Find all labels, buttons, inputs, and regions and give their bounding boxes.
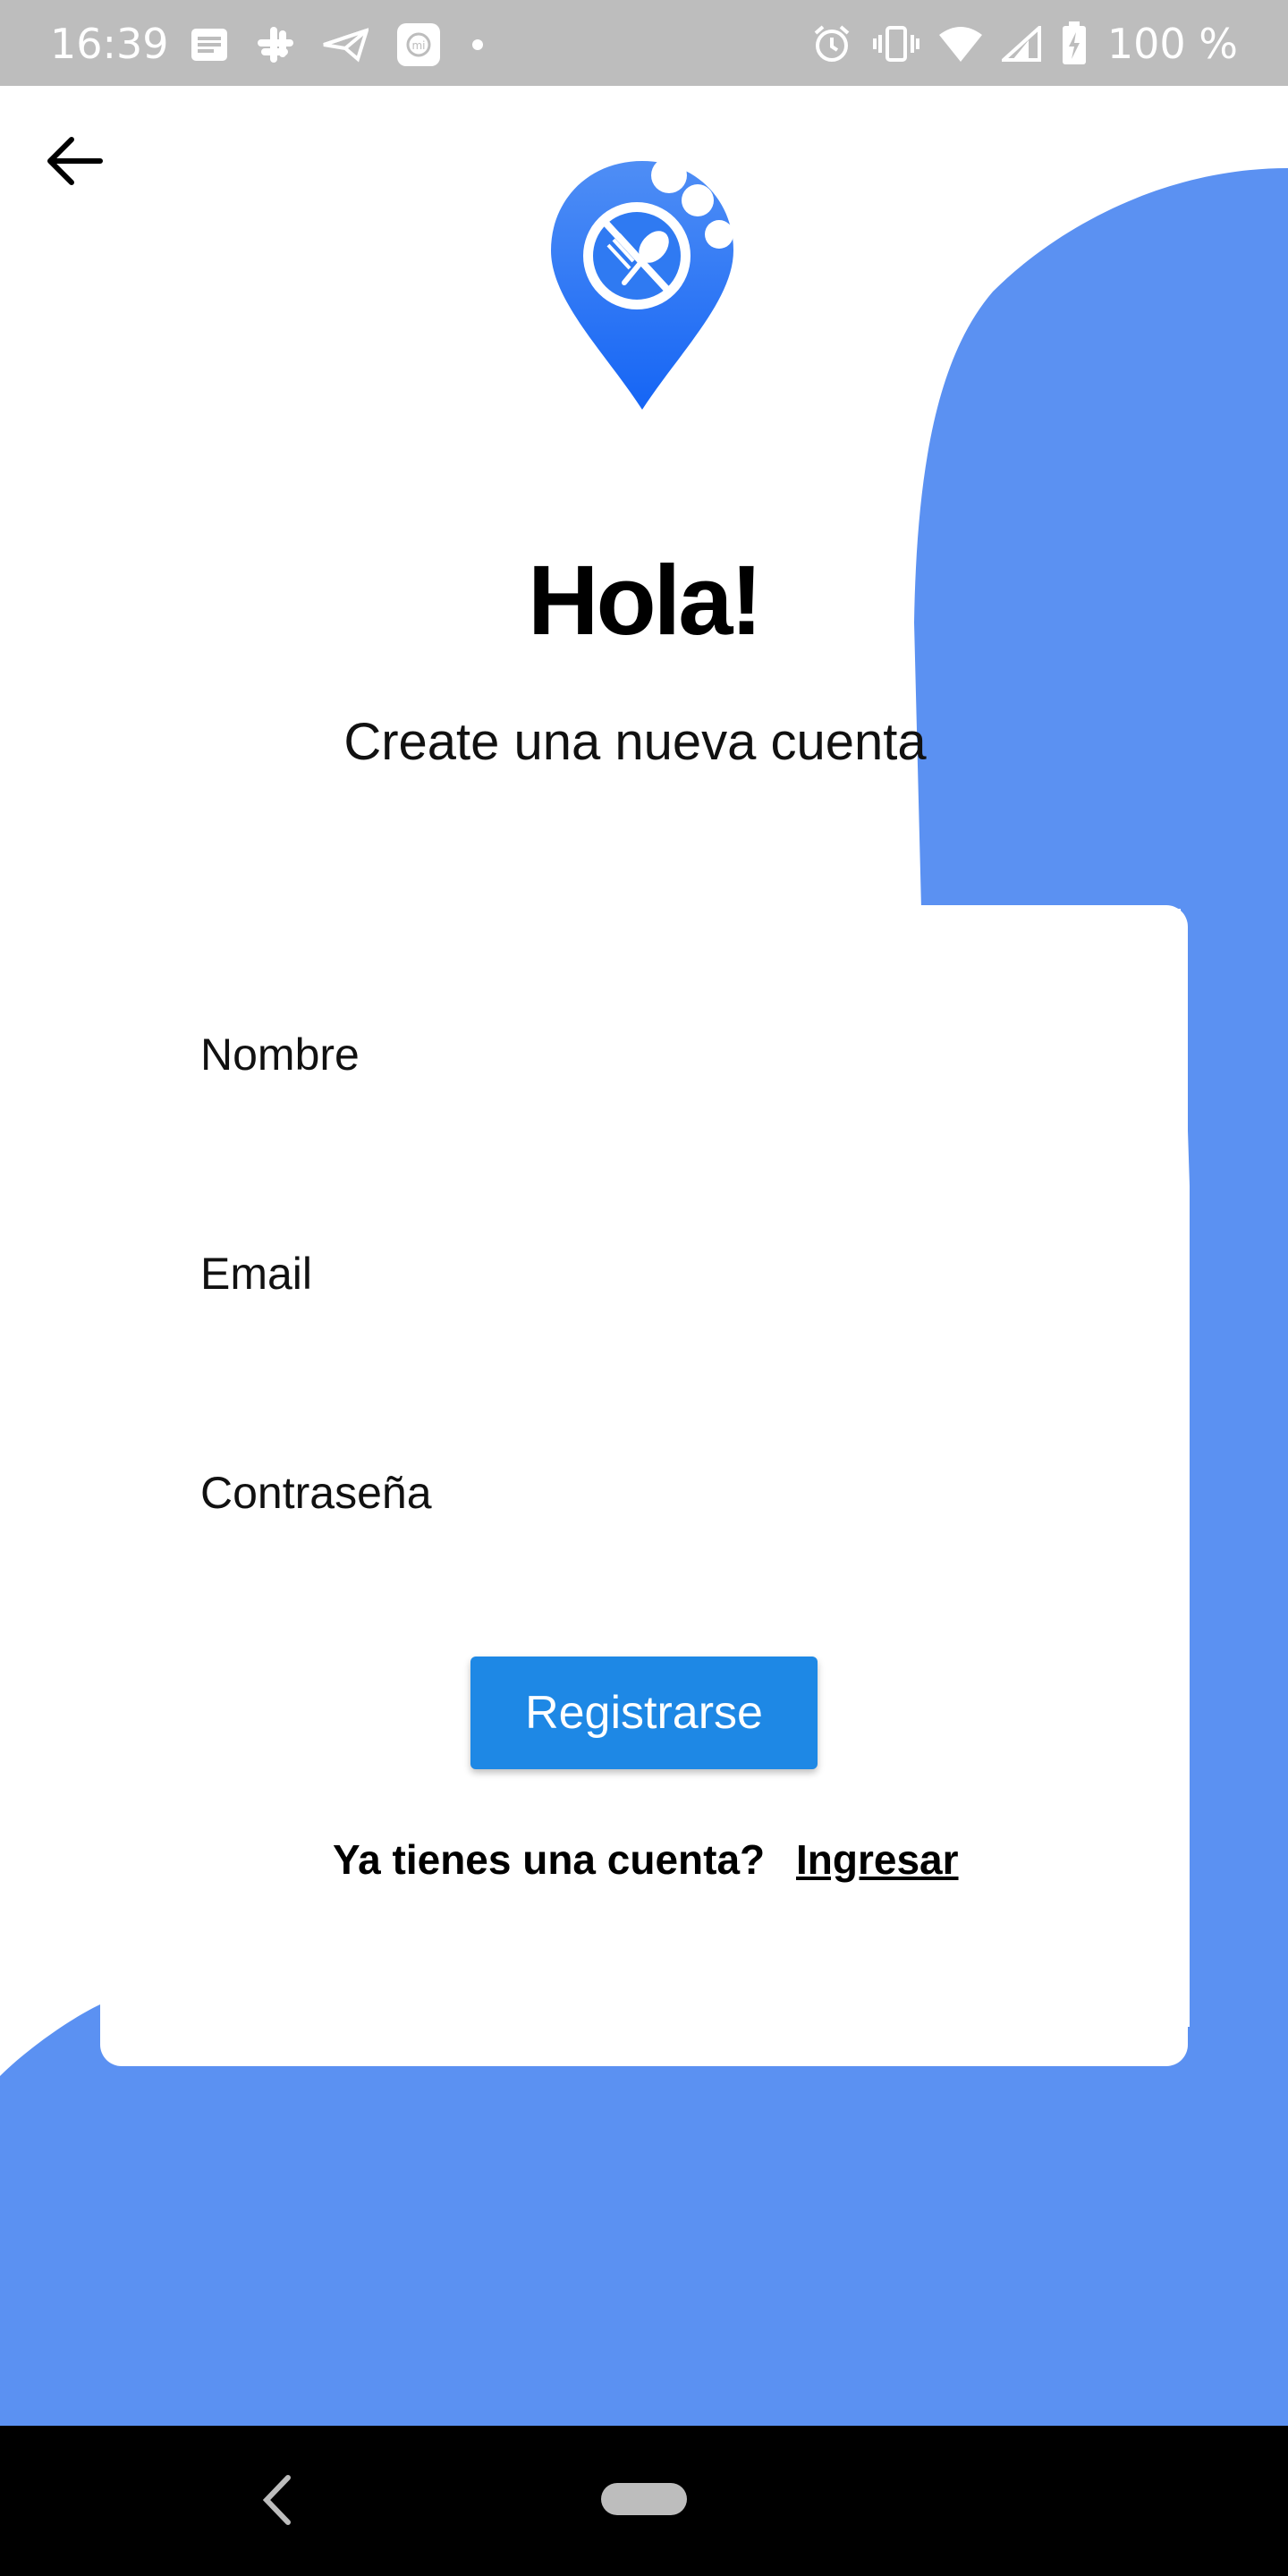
login-link[interactable]: Ingresar [796,1835,959,1884]
alarm-icon [814,25,850,62]
slack-icon [258,27,293,63]
svg-text:mi: mi [411,39,425,52]
nav-back-icon[interactable] [259,2470,295,2529]
name-field[interactable]: Nombre [200,1029,360,1080]
battery-percent: 100 % [1106,20,1238,68]
status-time: 16:39 [50,20,169,68]
register-button[interactable]: Registrarse [470,1657,818,1769]
dot-icon [472,39,483,50]
back-button[interactable] [39,125,111,197]
home-pill-icon[interactable] [601,2483,687,2515]
password-field[interactable]: Contraseña [200,1467,432,1519]
battery-charging-icon [1062,21,1086,64]
vibrate-icon [872,26,919,62]
food-location-pin-icon [551,157,733,410]
wifi-icon [938,27,982,62]
send-icon [323,28,369,63]
mi-icon: mi [397,23,440,66]
page-title: Hola! [528,546,763,656]
navigation-bar [0,2426,1288,2576]
have-account-text: Ya tienes una cuenta? [333,1836,766,1883]
email-field[interactable]: Email [200,1248,312,1300]
signal-icon [1001,26,1041,62]
page-subtitle: Create una nueva cuenta [343,713,927,771]
status-bar: 16:39 mi 100 % [0,0,1288,86]
notification-icon [191,29,227,61]
